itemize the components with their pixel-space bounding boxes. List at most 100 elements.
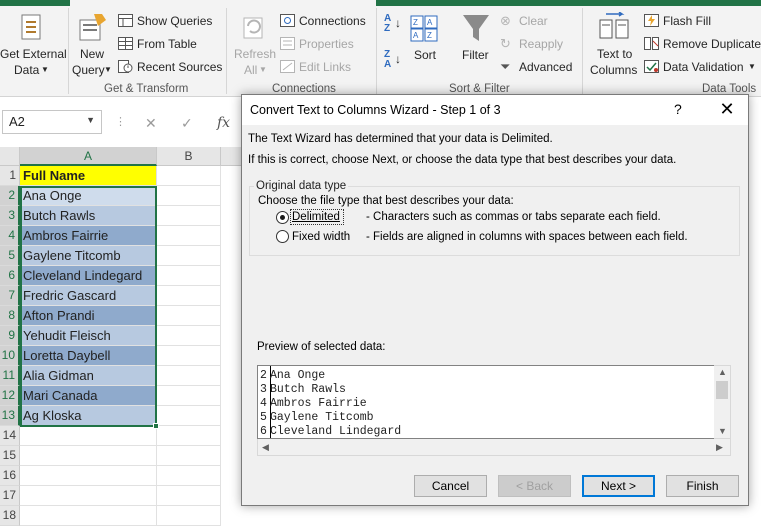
filter-button[interactable]: Filter — [458, 10, 494, 74]
preview-horizontal-scrollbar[interactable]: ◀ ▶ — [257, 439, 731, 456]
new-query-button[interactable]: New Query ▼ — [70, 10, 114, 80]
table-cell[interactable]: Loretta Daybell — [20, 346, 157, 366]
new-query-label-2: Query — [72, 63, 105, 77]
table-cell[interactable] — [157, 206, 221, 226]
row-header[interactable]: 11 — [0, 366, 20, 386]
dialog-titlebar[interactable]: Convert Text to Columns Wizard - Step 1 … — [242, 95, 748, 125]
table-cell[interactable] — [20, 446, 157, 466]
svg-text:A: A — [427, 18, 433, 27]
list-item: 3 Butch Rawls — [258, 383, 346, 397]
row-header[interactable]: 1 — [0, 166, 20, 186]
row-header[interactable]: 16 — [0, 466, 20, 486]
fill-handle[interactable] — [153, 423, 159, 429]
row-header[interactable]: 18 — [0, 506, 20, 526]
table-cell[interactable]: Yehudit Fleisch — [20, 326, 157, 346]
table-cell[interactable] — [20, 506, 157, 526]
scroll-down-icon[interactable]: ▼ — [718, 426, 727, 436]
scroll-left-icon[interactable]: ◀ — [262, 442, 269, 453]
table-cell[interactable] — [157, 286, 221, 306]
table-cell[interactable] — [157, 226, 221, 246]
table-cell[interactable]: Fredric Gascard — [20, 286, 157, 306]
table-cell[interactable] — [157, 486, 221, 506]
dropdown-arrow-icon: ▼ — [41, 65, 49, 74]
table-cell[interactable]: Mari Canada — [20, 386, 157, 406]
row-header[interactable]: 12 — [0, 386, 20, 406]
table-cell[interactable]: Butch Rawls — [20, 206, 157, 226]
table-cell[interactable] — [20, 486, 157, 506]
table-cell[interactable]: Ambros Fairrie — [20, 226, 157, 246]
table-cell[interactable] — [157, 246, 221, 266]
row-header[interactable]: 9 — [0, 326, 20, 346]
more-icon: ⋮ — [115, 116, 126, 128]
table-cell[interactable]: Ana Onge — [20, 186, 157, 206]
table-cell[interactable] — [157, 506, 221, 526]
row-header[interactable]: 6 — [0, 266, 20, 286]
close-icon[interactable]: ✕ — [712, 97, 742, 123]
column-header-a[interactable]: A — [20, 147, 157, 166]
table-cell[interactable] — [157, 306, 221, 326]
row-header[interactable]: 17 — [0, 486, 20, 506]
refresh-all-label-2: All — [244, 63, 258, 77]
select-all-corner[interactable] — [0, 147, 20, 166]
original-data-type-label: Original data type — [254, 180, 349, 192]
row-header[interactable]: 2 — [0, 186, 20, 206]
table-cell[interactable] — [157, 406, 221, 426]
row-header[interactable]: 14 — [0, 426, 20, 446]
dialog-title: Convert Text to Columns Wizard - Step 1 … — [250, 103, 501, 117]
row-header[interactable]: 4 — [0, 226, 20, 246]
data-preview-box[interactable]: 2 Ana Onge 3 Butch Rawls 4 Ambros Fairrie 5 Gay… — [257, 365, 715, 439]
row-header[interactable]: 15 — [0, 446, 20, 466]
table-cell[interactable]: Ag Kloska — [20, 406, 157, 426]
header-cell[interactable]: Full Name — [20, 166, 157, 186]
table-cell[interactable]: Gaylene Titcomb — [20, 246, 157, 266]
back-button[interactable]: < Back — [498, 475, 571, 497]
name-box[interactable]: A2 ▼ — [2, 110, 102, 134]
cancel-button[interactable]: Cancel — [414, 475, 487, 497]
table-cell[interactable] — [157, 266, 221, 286]
row-header[interactable]: 5 — [0, 246, 20, 266]
table-cell[interactable] — [157, 326, 221, 346]
scroll-right-icon[interactable]: ▶ — [716, 442, 723, 453]
text-to-columns-button[interactable]: Text to Columns — [586, 10, 642, 80]
text-to-columns-wizard-dialog: Convert Text to Columns Wizard - Step 1 … — [241, 94, 749, 506]
table-cell[interactable]: Afton Prandi — [20, 306, 157, 326]
cancel-entry-icon[interactable]: ✕ — [145, 115, 157, 132]
fixed-width-label[interactable]: Fixed width — [292, 231, 350, 243]
table-cell[interactable] — [157, 426, 221, 446]
table-cell[interactable]: Alia Gidman — [20, 366, 157, 386]
table-cell[interactable] — [20, 466, 157, 486]
table-cell[interactable] — [157, 166, 221, 186]
table-cell[interactable] — [157, 186, 221, 206]
table-cell[interactable] — [157, 346, 221, 366]
row-header[interactable]: 10 — [0, 346, 20, 366]
sort-button[interactable]: Z A A Z Sort — [406, 10, 442, 74]
row-header[interactable]: 13 — [0, 406, 20, 426]
fixed-width-radio[interactable] — [276, 230, 289, 243]
chevron-down-icon[interactable]: ▼ — [86, 115, 95, 125]
row-header[interactable]: 3 — [0, 206, 20, 226]
delimited-radio[interactable] — [276, 211, 289, 224]
enter-entry-icon[interactable]: ✓ — [181, 115, 193, 132]
insert-function-icon[interactable]: fx — [217, 115, 230, 131]
scroll-up-icon[interactable]: ▲ — [718, 367, 727, 377]
table-cell[interactable] — [157, 386, 221, 406]
row-header[interactable]: 7 — [0, 286, 20, 306]
next-button[interactable]: Next > — [582, 475, 655, 497]
column-header-b[interactable]: B — [157, 147, 221, 166]
table-cell[interactable]: Cleveland Lindegard — [20, 266, 157, 286]
row-header[interactable]: 8 — [0, 306, 20, 326]
table-cell[interactable] — [157, 466, 221, 486]
finish-button[interactable]: Finish — [666, 475, 739, 497]
refresh-all-button[interactable]: Refresh All ▼ — [230, 10, 276, 80]
delimited-label[interactable]: Delimited — [292, 211, 340, 223]
svg-text:Z: Z — [427, 31, 432, 40]
table-cell[interactable] — [157, 446, 221, 466]
table-cell[interactable] — [157, 366, 221, 386]
table-cell[interactable] — [20, 426, 157, 446]
scroll-thumb[interactable] — [716, 381, 728, 399]
preview-vertical-scrollbar[interactable]: ▲ ▼ — [714, 365, 731, 439]
advanced-label: Advanced — [519, 60, 573, 74]
get-external-data-button[interactable]: Get External Data ▼ — [0, 10, 67, 80]
new-query-label-1: New — [80, 47, 105, 61]
help-icon[interactable]: ? — [674, 101, 682, 117]
